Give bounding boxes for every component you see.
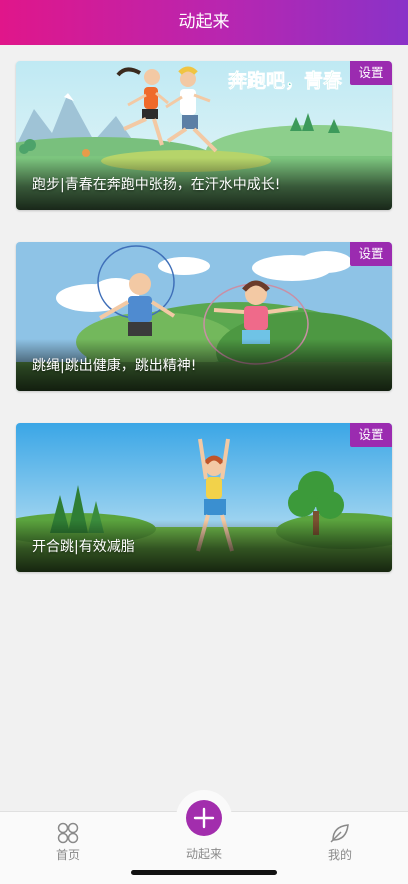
activity-card-jumping-jacks[interactable]: 开合跳|有效减脂 设置 (16, 423, 392, 572)
settings-button[interactable]: 设置 (350, 423, 392, 447)
tab-move-label[interactable]: 动起来 (164, 845, 244, 862)
card-caption: 开合跳|有效减脂 (32, 539, 135, 555)
settings-button[interactable]: 设置 (350, 242, 392, 266)
plus-icon (193, 807, 215, 829)
home-indicator (131, 870, 277, 875)
activity-card-jump-rope[interactable]: 跳绳|跳出健康，跳出精神! 设置 (16, 242, 392, 391)
leaf-icon (330, 824, 349, 843)
card-caption: 跑步|青春在奔跑中张扬，在汗水中成长! (32, 177, 281, 193)
tab-mine-label: 我的 (327, 848, 352, 862)
settings-button[interactable]: 设置 (350, 61, 392, 85)
tab-home-label: 首页 (55, 848, 80, 862)
tab-mine[interactable]: 我的 (300, 812, 380, 863)
grid-icon (57, 822, 79, 844)
tab-home[interactable]: 首页 (28, 812, 108, 863)
add-activity-button[interactable] (186, 800, 222, 836)
banner-text: 奔跑吧，青春 (227, 69, 342, 92)
page-title: 动起来 (0, 0, 408, 45)
card-caption: 跳绳|跳出健康，跳出精神! (32, 358, 197, 374)
activity-card-running[interactable]: 奔跑吧，青春 跑步|青春在奔跑中张扬，在汗水中成长! 设置 (16, 61, 392, 210)
